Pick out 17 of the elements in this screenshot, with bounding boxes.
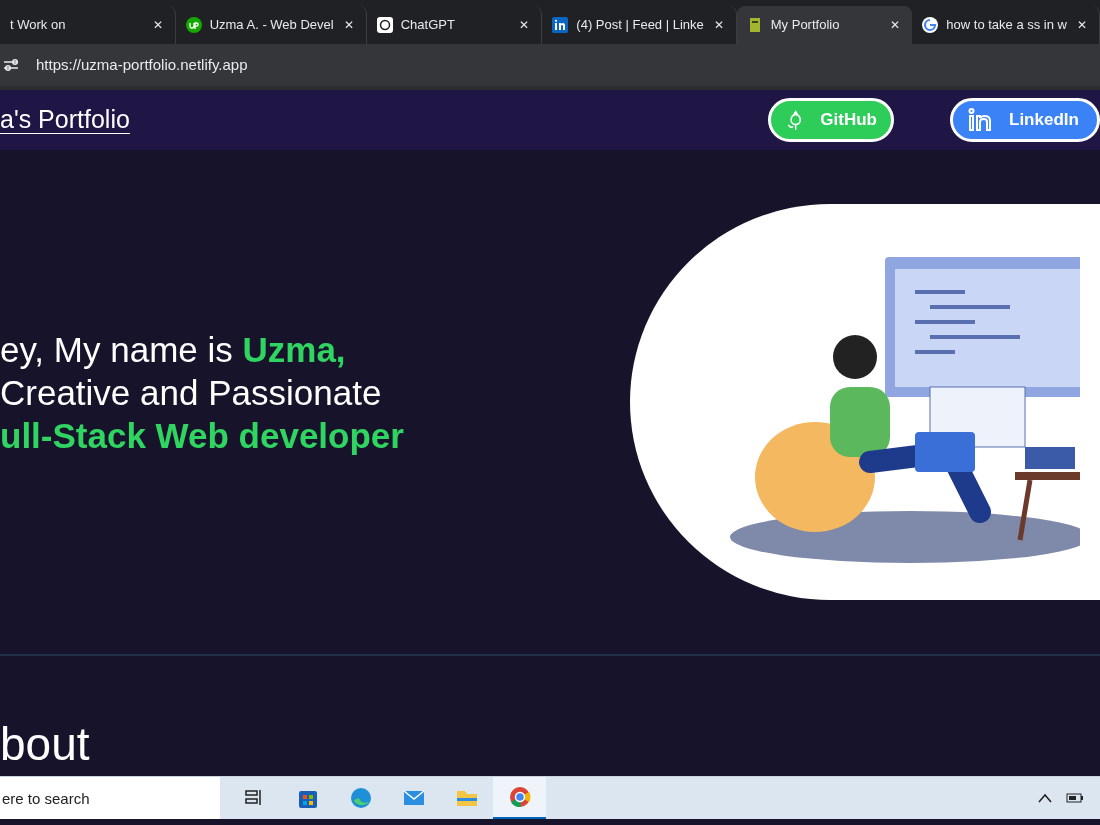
hero-heading-line: Creative and Passionate xyxy=(0,371,383,414)
site-title[interactable]: a's Portfolio xyxy=(0,105,130,135)
chrome-browser-icon xyxy=(507,784,532,809)
section-heading: bout xyxy=(0,716,90,772)
battery-icon[interactable] xyxy=(1066,793,1084,803)
taskbar-app[interactable] xyxy=(493,776,546,819)
taskbar-search-field[interactable]: ere to search xyxy=(0,776,220,819)
linkedin-logo-icon xyxy=(552,17,569,33)
edge-browser-icon xyxy=(348,786,373,810)
hero-heading-line: ey, My name is Uzma, xyxy=(0,328,347,371)
chevron-up-icon[interactable] xyxy=(1038,793,1052,803)
google-logo-icon xyxy=(922,17,939,33)
upwork-logo-icon xyxy=(185,17,202,33)
browser-tab[interactable]: My Portfolio ✕ xyxy=(736,6,913,44)
linkedin-button[interactable]: LinkedIn xyxy=(950,98,1100,142)
url-text[interactable]: https://uzma-portfolio.netlify.app xyxy=(36,53,248,77)
hero-heading-line: ull-Stack Web developer xyxy=(0,414,404,457)
